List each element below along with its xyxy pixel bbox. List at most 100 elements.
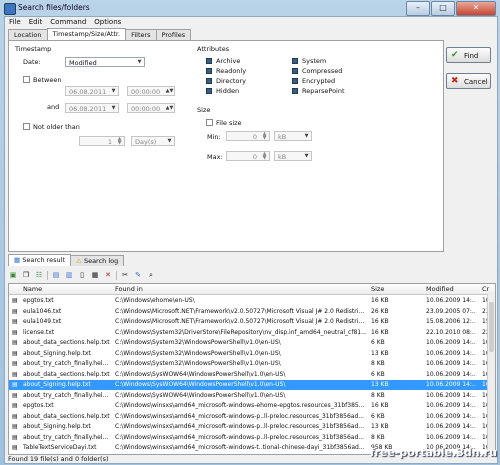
table-row[interactable]: ▤ about_Signing.help.txt C:\Windows\SysWOW… [9,380,490,390]
attr-hidden-checkbox[interactable] [206,88,212,94]
table-row[interactable]: ▤ about_data_sections.help.txt C:\Windows\… [9,370,490,380]
cell-size: 6 KB [371,339,385,346]
file-icon: ▤ [12,307,18,315]
column-created[interactable]: Cr [482,285,489,293]
export-icon[interactable]: ▣ [8,271,18,280]
cell-size: 26 KB [371,307,389,315]
not-older-spinner[interactable]: 1 ▲ ▼ [79,136,125,146]
table-row[interactable]: ▤ about_try_catch_finally.hel... C:\Window… [9,433,490,443]
min-unit-select[interactable]: kB ▼ [274,131,312,141]
table-row[interactable]: ▤ eula1049.txt C:\Windows\Microsoft.NET\Fr… [9,317,490,327]
tab-location[interactable]: Location [8,29,48,40]
spin-arrows-icon: ▲▼ [262,151,267,161]
attr-directory-label: Directory [216,77,246,85]
cell-modified: 10.06.2009 14:.. [426,349,476,357]
table-row[interactable]: ▤ epgtos.txt C:\Windows\winsxs\amd64_micro… [9,401,490,411]
cell-found-in: C:\Windows\SysWOW64\WindowsPowerShell\v1… [115,391,286,399]
file-size-label: File size [216,119,242,127]
cut-icon[interactable]: ✂ [120,271,130,280]
cell-size: 16 KB [371,297,389,304]
scrollbar-thumb[interactable] [489,302,494,352]
tab-search-log[interactable]: ⚠ Search log [70,255,125,266]
cell-modified: 10.06.2009 14:.. [426,391,476,399]
cancel-button[interactable]: ✖ Cancel [446,73,491,89]
delete-icon[interactable]: ✕ [103,271,113,280]
max-size-spinner[interactable]: 0 ▲ ▼ [226,151,270,161]
attr-system-checkbox[interactable] [292,58,298,64]
open-folder-icon[interactable]: ▤ [51,271,61,280]
between-date-from[interactable]: 06.08.2011 ▼ [65,86,119,96]
menu-command[interactable]: Command [46,17,90,28]
table-row[interactable]: ▤ epgtos.txt C:\Windows\ehome\en-US\ 16 KB 1… [9,296,490,306]
between-time-from[interactable]: 00:00:00 ▲▼ [127,86,175,96]
not-older-unit-select[interactable]: Day(s) ▼ [131,136,175,146]
file-icon: ▤ [12,391,18,399]
table-row[interactable]: ▤ about_Signing.help.txt C:\Windows\System… [9,349,490,359]
tab-timestamp-size-attr[interactable]: Timestamp/Size/Attr. [46,28,127,40]
min-size-spinner[interactable]: 0 ▲ ▼ [226,131,270,141]
maximize-button[interactable]: □ [431,1,455,16]
attr-directory-checkbox[interactable] [206,78,212,84]
cell-name: about_Signing.help.txt [23,423,91,430]
cell-name: about_data_sections.help.txt [23,370,110,378]
toolbar-separator [116,270,117,280]
tab-profiles[interactable]: Profiles [155,29,192,40]
table-row[interactable]: ▤ eula1046.txt C:\Windows\Microsoft.NET\Fr… [9,307,490,317]
result-tabs: ▦ Search result ⚠ Search log [8,254,125,266]
rename-icon[interactable]: ✎ [133,271,143,280]
tab-filters[interactable]: Filters [125,29,157,40]
cell-found-in: C:\Windows\winsxs\amd64_microsoft-window… [115,402,365,409]
column-size[interactable]: Size [371,285,384,293]
copy-icon[interactable]: ❐ [21,271,31,280]
menu-edit[interactable]: Edit [25,17,47,28]
cell-found-in: C:\Windows\SysWOW64\WindowsPowerShell\v1… [115,381,286,388]
cell-name: epgtos.txt [23,402,54,409]
menu-options[interactable]: Options [90,17,125,28]
find-button[interactable]: ✔ Find [446,47,491,63]
vertical-scrollbar[interactable] [487,294,495,454]
select-icon[interactable]: ☷ [34,271,44,280]
title-bar[interactable]: Search files/folders – □ ✕ [0,0,500,16]
table-row[interactable]: ▤ about_Signing.help.txt C:\Windows\winsxs… [9,422,490,432]
cell-size: 16 KB [371,402,389,409]
attr-reparsepoint-checkbox[interactable] [292,88,298,94]
attr-readonly-checkbox[interactable] [206,68,212,74]
file-icon: ▤ [12,297,18,304]
save-icon[interactable]: ▥ [64,271,74,280]
attr-compressed-checkbox[interactable] [292,68,298,74]
properties-icon[interactable]: ▦ [90,271,100,280]
between-time-to[interactable]: 00:00:00 ▲▼ [127,103,175,113]
file-size-checkbox[interactable] [206,119,213,126]
table-row[interactable]: ▤ about_try_catch_finally.hel... C:\Window… [9,359,490,369]
table-row[interactable]: ▤ about_try_catch_finally.hel... C:\Window… [9,391,490,401]
table-row[interactable]: ▤ about_data_sections.help.txt C:\Windows\… [9,338,490,348]
table-row[interactable]: ▤ license.txt C:\Windows\System32\DriverSt… [9,328,490,338]
between-date-to[interactable]: 06.08.2011 ▼ [65,103,119,113]
cell-size: 8 KB [371,433,385,441]
file-icon[interactable]: ▯ [77,271,87,280]
tab-search-result[interactable]: ▦ Search result [8,254,72,266]
table-row[interactable]: ▤ about_data_sections.help.txt C:\Windows\… [9,412,490,422]
file-icon: ▤ [12,370,18,378]
attr-archive-checkbox[interactable] [206,58,212,64]
not-older-unit-value: Day(s) [135,138,157,146]
find-icon[interactable]: ⌕ [146,271,156,280]
not-older-checkbox[interactable] [23,123,30,130]
cell-found-in: C:\Windows\System32\WindowsPowerShell\v1… [115,360,281,367]
cancel-button-label: Cancel [464,78,488,86]
attr-encrypted-checkbox[interactable] [292,78,298,84]
close-button[interactable]: ✕ [456,1,496,16]
spin-arrows-icon: ▲▼ [117,136,122,146]
menu-file[interactable]: File [5,17,25,28]
not-older-value: 1 [107,138,112,146]
column-modified[interactable]: Modified [426,285,454,293]
tab-search-log-label: Search log [83,257,119,265]
column-name[interactable]: Name [23,285,42,293]
date-type-select[interactable]: Modified ▼ [65,57,145,67]
client-area: File Edit Command Options Location Times… [4,16,498,464]
cell-modified: 22.10.2010 08:.. [426,328,476,336]
minimize-button[interactable]: – [406,1,430,16]
column-found-in[interactable]: Found in [115,285,143,293]
between-checkbox[interactable] [23,76,30,83]
max-unit-select[interactable]: kB ▼ [274,151,312,161]
